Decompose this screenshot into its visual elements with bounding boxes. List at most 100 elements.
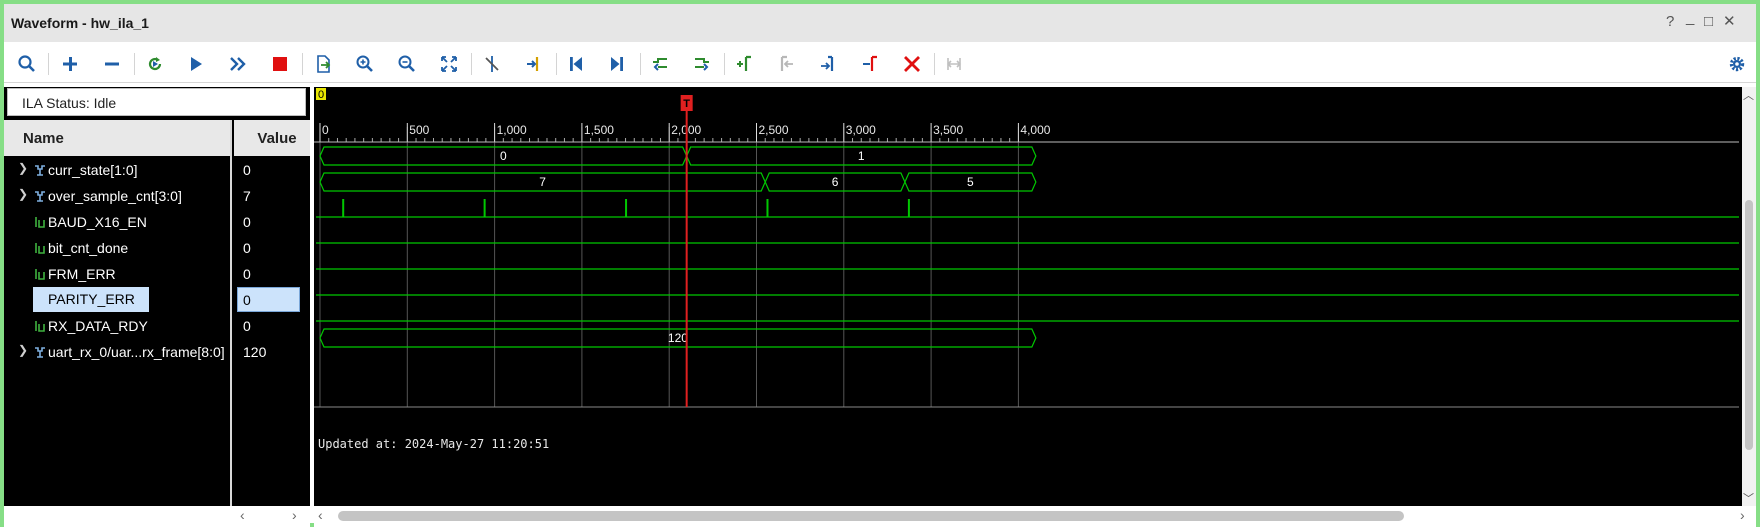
curr-state-segment-label: 1 [858, 149, 865, 163]
go-to-end-icon[interactable] [602, 49, 632, 79]
marker-add-icon[interactable] [519, 49, 549, 79]
timeline-label: 2,500 [759, 123, 789, 137]
scroll-down-icon[interactable]: ﹀ [1743, 490, 1754, 506]
scroll-left-icon[interactable]: ‹ [318, 507, 323, 523]
baud-pulse [766, 199, 769, 217]
signal-value: 0 [243, 266, 251, 282]
rx-frame-segment-label: 120 [668, 331, 688, 345]
signal-value-cell[interactable]: 7 [234, 182, 310, 211]
horizontal-scroll-thumb[interactable] [338, 511, 1404, 521]
expand-chevron-icon[interactable]: ❯ [18, 187, 28, 201]
signal-value-cell[interactable]: 120 [234, 338, 310, 367]
remove-icon[interactable] [97, 49, 127, 79]
run-trigger-icon[interactable] [181, 49, 211, 79]
horizontal-scrollbar[interactable]: ‹ › [314, 506, 1756, 527]
search-icon[interactable] [12, 49, 42, 79]
name-column-header[interactable]: Name [4, 120, 230, 156]
marker-label: 0 [318, 89, 324, 101]
baud-pulse [342, 199, 345, 217]
signal-row[interactable]: PARITY_ERR [4, 286, 230, 315]
waveform-canvas[interactable]: 05001,0001,5002,0002,5003,0003,5004,0000… [314, 87, 1742, 506]
vertical-scroll-thumb[interactable] [1745, 200, 1753, 450]
updated-at-label: Updated at: 2024-May-27 11:20:51 [318, 437, 549, 451]
signal-name: RX_DATA_RDY [48, 318, 148, 334]
scroll-up-icon[interactable]: ︿ [1743, 87, 1754, 103]
trigger-marker-label: T [683, 98, 690, 110]
cursor-cut-icon[interactable] [477, 49, 507, 79]
signal-row[interactable]: RX_DATA_RDY [4, 312, 230, 341]
signal-name: curr_state[1:0] [48, 162, 138, 178]
signal-value-cell[interactable]: 0 [234, 208, 310, 237]
close-button[interactable]: ✕ [1723, 14, 1736, 30]
zoom-fit-icon[interactable] [434, 49, 464, 79]
scroll-right-icon[interactable]: › [292, 507, 297, 523]
bit-signal-icon [35, 321, 45, 332]
signal-value: 0 [243, 214, 251, 230]
signal-name: over_sample_cnt[3:0] [48, 188, 182, 204]
ila-status: ILA Status: Idle [7, 88, 306, 116]
signal-name: FRM_ERR [48, 266, 116, 282]
signal-value: 0 [243, 162, 251, 178]
signal-row[interactable]: FRM_ERR [4, 260, 230, 289]
signal-name: BAUD_X16_EN [48, 214, 147, 230]
signal-value-cell[interactable]: 0 [234, 234, 310, 263]
add-marker-icon[interactable] [729, 49, 759, 79]
signal-value-cell[interactable]: 0 [234, 260, 310, 289]
signal-value-cell[interactable]: 0 [234, 156, 310, 185]
curr-state-segment-label: 0 [500, 149, 507, 163]
baud-pulse [907, 199, 910, 217]
baud-pulse [625, 199, 628, 217]
signal-pane-scrollbar[interactable]: ‹ › [4, 506, 310, 527]
signal-value: 0 [243, 240, 251, 256]
signal-row[interactable]: ❯ over_sample_cnt[3:0] [4, 182, 230, 211]
export-icon[interactable] [308, 49, 338, 79]
gear-icon[interactable] [1722, 49, 1752, 79]
signal-value-cell[interactable]: 0 [234, 312, 310, 341]
signal-name: uart_rx_0/uar...rx_frame[8:0] [48, 344, 225, 360]
signal-row[interactable]: bit_cnt_done [4, 234, 230, 263]
timeline-label: 3,500 [933, 123, 963, 137]
expand-chevron-icon[interactable]: ❯ [18, 343, 28, 357]
bit-signal-icon [35, 243, 45, 254]
over-sample-cnt-segment-label: 7 [539, 175, 546, 189]
signal-value: 120 [243, 344, 267, 360]
value-column-header[interactable]: Value [234, 120, 310, 156]
waveform-window: Waveform - hw_ila_1 ? _ □ ✕ ILA Status: … [0, 0, 1760, 527]
vertical-scrollbar[interactable]: ︿ ﹀ [1742, 87, 1756, 506]
delete-icon[interactable] [897, 49, 927, 79]
minimize-button[interactable]: _ [1686, 10, 1694, 26]
help-button[interactable]: ? [1666, 14, 1674, 30]
zoom-in-icon[interactable] [350, 49, 380, 79]
signal-value: 0 [237, 287, 300, 312]
signal-value-cell[interactable]: 0 [234, 286, 310, 315]
swap-cursor-icon[interactable] [855, 49, 885, 79]
bit-signal-icon [35, 217, 45, 228]
name-column: Name ❯ curr_state[1:0] ❯ over_sample_cnt[3:… [4, 120, 232, 506]
run-continuous-icon[interactable] [223, 49, 253, 79]
toolbar [4, 45, 1756, 83]
go-to-start-icon[interactable] [561, 49, 591, 79]
over-sample-cnt-segment-label: 6 [832, 175, 839, 189]
signal-row[interactable]: ❯ curr_state[1:0] [4, 156, 230, 185]
prev-transition-icon[interactable] [645, 49, 675, 79]
stop-icon[interactable] [265, 49, 295, 79]
signal-value: 7 [243, 188, 251, 204]
scroll-right-icon[interactable]: › [1740, 507, 1745, 523]
signal-row[interactable]: ❯ uart_rx_0/uar...rx_frame[8:0] [4, 338, 230, 367]
timeline-label: 500 [409, 123, 429, 137]
signal-row[interactable]: BAUD_X16_EN [4, 208, 230, 237]
maximize-button[interactable]: □ [1704, 14, 1713, 30]
add-icon[interactable] [55, 49, 85, 79]
scroll-left-icon[interactable]: ‹ [240, 507, 245, 523]
snap-icon[interactable] [939, 49, 969, 79]
next-marker-icon[interactable] [813, 49, 843, 79]
value-column: Value 0 7 0 0 0 0 0 120 [234, 120, 310, 506]
zoom-out-icon[interactable] [392, 49, 422, 79]
prev-marker-icon[interactable] [771, 49, 801, 79]
next-transition-icon[interactable] [687, 49, 717, 79]
timeline-label: 1,500 [584, 123, 614, 137]
expand-chevron-icon[interactable]: ❯ [18, 161, 28, 175]
run-trigger-immediate-icon[interactable] [140, 49, 170, 79]
signal-value: 0 [243, 318, 251, 334]
timeline-label: 1,000 [497, 123, 527, 137]
